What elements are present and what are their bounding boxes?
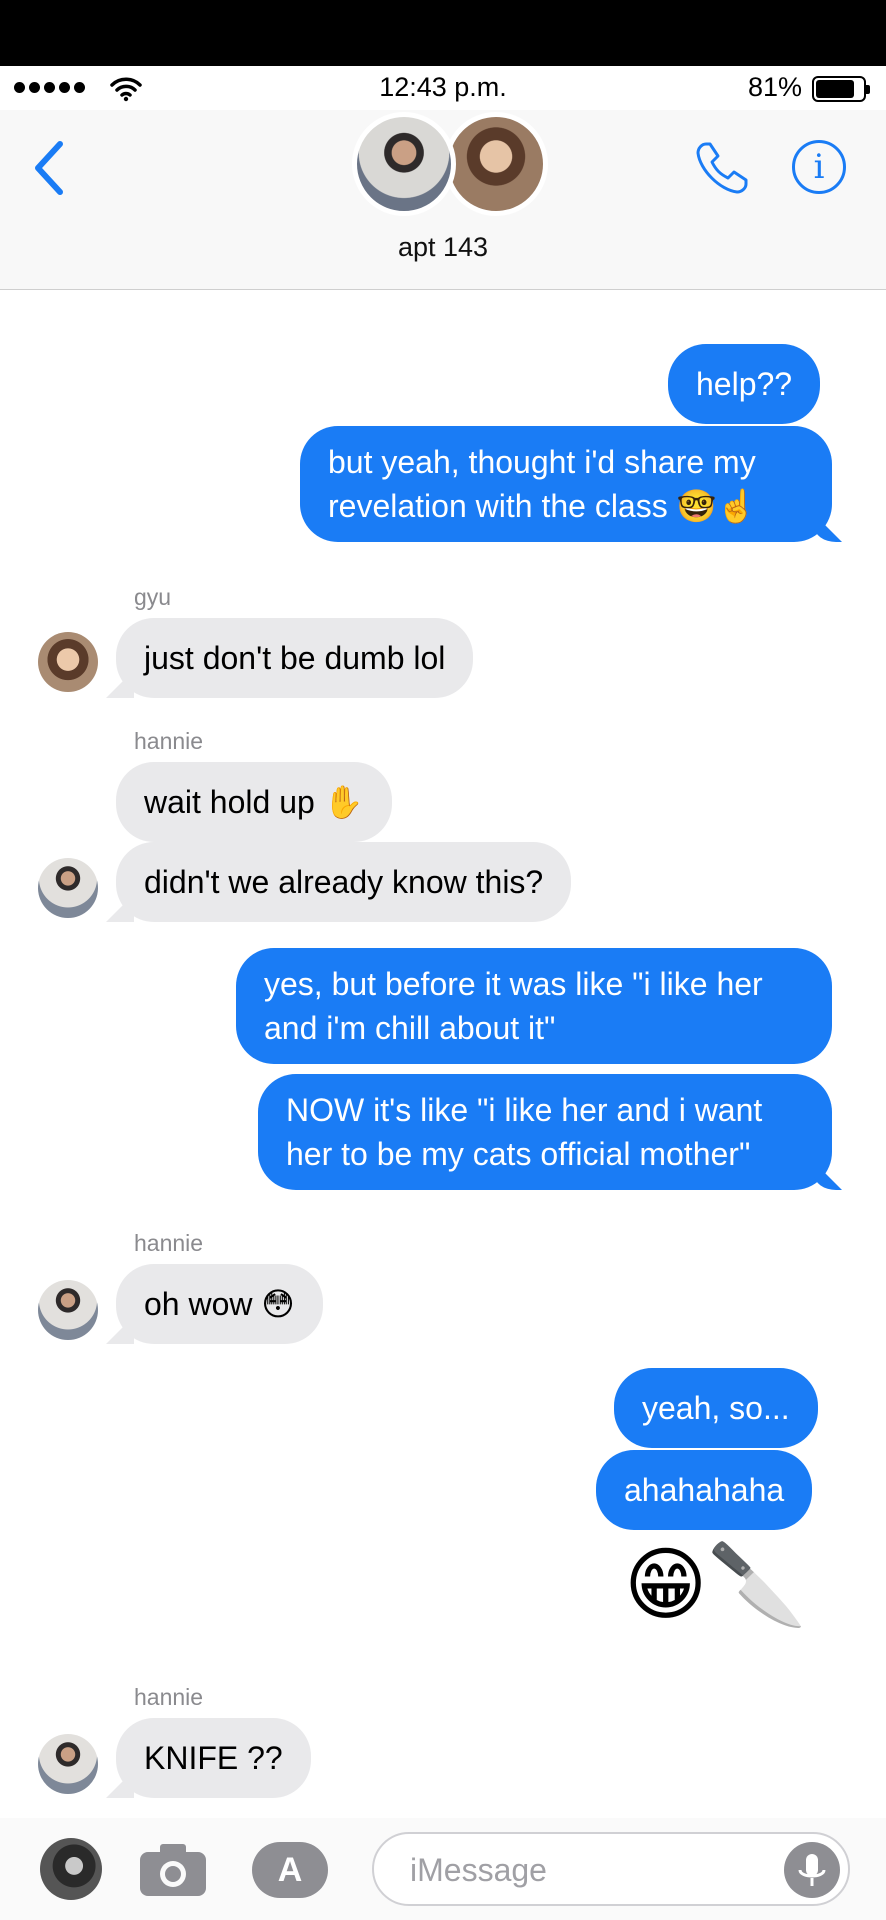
- emoji-message: 😁🔪: [624, 1540, 808, 1629]
- outgoing-message: help??: [668, 344, 821, 424]
- outgoing-message: yeah, so...: [614, 1368, 818, 1448]
- avatar-hannie: [38, 1280, 98, 1340]
- app-store-icon[interactable]: A: [252, 1842, 328, 1898]
- conversation-header: apt 143 i: [0, 110, 886, 290]
- outgoing-message: yes, but before it was like "i like her …: [236, 948, 832, 1064]
- outgoing-message: ahahahaha: [596, 1450, 813, 1530]
- microphone-icon[interactable]: [784, 1842, 840, 1898]
- message-placeholder: iMessage: [410, 1852, 547, 1888]
- member-avatar-hannie: [352, 112, 456, 216]
- memoji-avatar[interactable]: [40, 1838, 102, 1900]
- back-chevron-icon[interactable]: [30, 140, 70, 196]
- avatar-gyu: [38, 632, 98, 692]
- status-bar: 12:43 p.m. 81%: [0, 66, 886, 110]
- battery-icon: [812, 76, 870, 102]
- avatar-hannie: [38, 858, 98, 918]
- sender-name: hannie: [134, 1230, 204, 1256]
- incoming-message: KNIFE ??: [116, 1718, 311, 1798]
- member-avatar-gyu: [444, 112, 548, 216]
- incoming-message: oh wow 😳: [116, 1264, 323, 1344]
- sender-name: hannie: [134, 1684, 204, 1710]
- sender-name: gyu: [134, 584, 172, 610]
- sender-name: hannie: [134, 728, 204, 754]
- incoming-message: just don't be dumb lol: [116, 618, 474, 698]
- info-icon[interactable]: i: [792, 140, 846, 194]
- avatar-hannie: [38, 1734, 98, 1794]
- message-composer: A iMessage: [0, 1818, 886, 1920]
- top-black-bar: [0, 0, 886, 66]
- phone-icon[interactable]: [692, 138, 752, 198]
- group-name[interactable]: apt 143: [0, 232, 886, 263]
- outgoing-message: but yeah, thought i'd share my revelatio…: [300, 426, 832, 542]
- incoming-message: didn't we already know this?: [116, 842, 572, 922]
- incoming-message: wait hold up ✋: [116, 762, 392, 842]
- camera-icon[interactable]: [138, 1840, 208, 1898]
- group-avatars[interactable]: [352, 110, 548, 216]
- battery-percentage: 81%: [748, 72, 803, 102]
- message-input[interactable]: iMessage: [372, 1832, 850, 1906]
- outgoing-message: NOW it's like "i like her and i want her…: [258, 1074, 832, 1190]
